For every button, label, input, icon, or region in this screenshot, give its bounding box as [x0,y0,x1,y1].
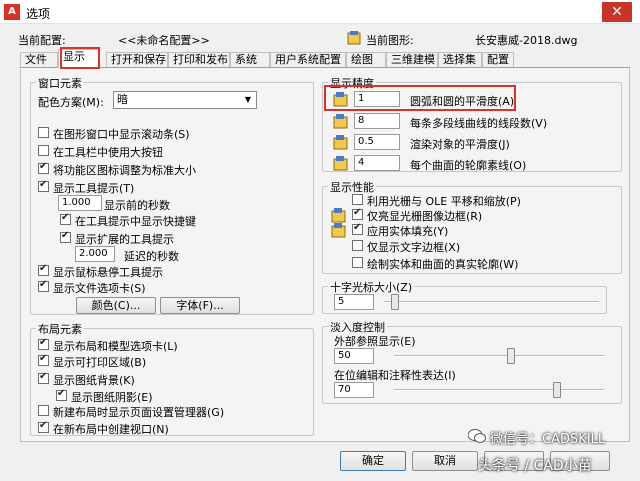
crosshair-size-field[interactable]: 5 [334,294,374,310]
watermark-line1: 微信号：CADSKILL [490,432,606,447]
paper-shadow-checkbox[interactable] [56,388,67,401]
tab-highlight-box [60,47,100,69]
shortcut-keys-checkbox[interactable] [60,212,71,225]
file-tabs-label: 显示文件选项卡(S) [53,282,146,295]
drawing-file-icon [332,113,350,129]
file-tabs-checkbox[interactable] [38,279,49,292]
tooltips-label: 显示工具提示(T) [53,182,135,195]
create-viewport-checkbox[interactable] [38,420,49,433]
page-setup-manager-label: 新建布局时显示页面设置管理器(G) [53,406,225,419]
color-scheme-label: 配色方案(M): [38,96,104,109]
resolution-label: 每条多段线曲线的线段数(V) [410,117,548,130]
colors-button[interactable]: 颜色(C)... [76,297,156,314]
crosshair-title: 十字光标大小(Z) [328,279,415,295]
performance-checkbox[interactable] [352,194,363,205]
paper-background-label: 显示图纸背景(K) [53,374,135,387]
current-drawing-label: 当前图形: [366,34,414,47]
drawing-file-icon [330,222,348,238]
page-setup-manager-checkbox[interactable] [38,405,49,416]
inplace-slider-track [394,389,604,391]
current-drawing-value: 长安惠威-2018.dwg [475,34,578,47]
resolution-label: 渲染对象的平滑度(J) [410,138,510,151]
color-scheme-value: 暗 [117,93,128,106]
xref-slider-track [394,355,604,357]
wechat-icon [467,429,486,443]
performance-label: 利用光栅与 OLE 平移和缩放(P) [367,195,521,208]
ribbon-icons-label: 将功能区图标调整为标准大小 [53,164,196,177]
shortcut-keys-label: 在工具提示中显示快捷键 [75,215,196,228]
drawing-file-icon [346,30,362,46]
paper-shadow-label: 显示图纸阴影(E) [71,391,153,404]
tab-5[interactable]: 用户系统配置 [270,52,346,67]
ok-button[interactable]: 确定 [340,451,406,471]
tab-9[interactable]: 配置 [482,52,514,67]
performance-label: 绘制实体和曲面的真实轮廓(W) [367,258,519,271]
printable-area-label: 显示可打印区域(B) [53,356,147,369]
performance-checkbox[interactable] [352,207,363,220]
performance-label: 应用实体填充(Y) [367,225,449,238]
scrollbar-label: 在图形窗口中显示滚动条(S) [53,128,190,141]
tab-4[interactable]: 系统 [230,52,270,67]
create-viewport-label: 在新布局中创建视口(N) [53,423,169,436]
performance-checkbox[interactable] [352,222,363,235]
inplace-fade-field[interactable]: 70 [334,382,374,398]
paper-background-checkbox[interactable] [38,371,49,384]
tab-8[interactable]: 选择集 [438,52,482,67]
tab-2[interactable]: 打开和保存 [106,52,168,67]
tab-6[interactable]: 绘图 [346,52,386,67]
ribbon-icons-checkbox[interactable] [38,161,49,174]
current-profile-label: 当前配置: [18,34,66,47]
performance-label: 仅显示文字边框(X) [367,241,461,254]
tooltip-delay-label: 显示前的秒数 [104,199,170,212]
current-profile-value: <<未命名配置>> [118,34,210,47]
large-buttons-label: 在工具栏中使用大按钮 [53,146,163,159]
watermark-line2: 头条号 / CAD小苗 [478,458,592,474]
close-icon[interactable]: ✕ [602,2,632,22]
xref-slider-thumb[interactable] [506,348,515,364]
crosshair-slider-thumb[interactable] [390,294,399,310]
extended-delay-label: 延迟的秒数 [124,250,179,263]
drawing-file-icon [332,155,350,171]
title-bar [0,0,640,24]
large-buttons-checkbox[interactable] [38,145,49,156]
fonts-button[interactable]: 字体(F)... [160,297,240,314]
app-logo-icon: A [4,4,20,20]
chevron-down-icon: ▼ [244,95,252,104]
tab-0[interactable]: 文件 [20,52,58,67]
inplace-slider-thumb[interactable] [553,382,562,398]
xref-fade-label: 外部参照显示(E) [334,335,416,348]
color-scheme-select[interactable]: 暗 ▼ [113,91,257,109]
crosshair-slider-track [384,301,599,303]
window-title: 选项 [26,7,51,21]
inplace-fade-label: 在位编辑和注释性表达(I) [334,369,456,382]
resolution-label: 每个曲面的轮廓素线(O) [410,159,527,172]
resolution-field[interactable]: 8 [354,113,400,129]
performance-checkbox[interactable] [352,240,363,251]
rollover-tooltips-label: 显示鼠标悬停工具提示 [53,266,163,279]
smoothness-highlight-box [324,85,516,111]
extended-tooltips-checkbox[interactable] [60,230,71,243]
layout-tabs-label: 显示布局和模型选项卡(L) [53,340,178,353]
scrollbar-checkbox[interactable] [38,127,49,138]
cancel-button[interactable]: 取消 [412,451,478,471]
rollover-tooltips-checkbox[interactable] [38,263,49,276]
resolution-field[interactable]: 4 [354,155,400,171]
resolution-field[interactable]: 0.5 [354,134,400,150]
performance-label: 仅亮显光栅图像边框(R) [367,210,483,223]
drawing-file-icon [330,207,348,223]
printable-area-checkbox[interactable] [38,353,49,366]
tooltip-delay-field[interactable]: 1.000 [58,195,102,211]
tab-3[interactable]: 打印和发布 [168,52,230,67]
extended-tooltips-label: 显示扩展的工具提示 [75,233,174,246]
extended-delay-field[interactable]: 2.000 [75,246,115,262]
tab-7[interactable]: 三维建模 [386,52,438,67]
layout-elements-title: 布局元素 [36,321,84,337]
drawing-file-icon [332,134,350,150]
tooltips-checkbox[interactable] [38,179,49,192]
xref-fade-field[interactable]: 50 [334,348,374,364]
performance-checkbox[interactable] [352,257,363,268]
layout-tabs-checkbox[interactable] [38,337,49,350]
window-elements-title: 窗口元素 [36,75,84,91]
